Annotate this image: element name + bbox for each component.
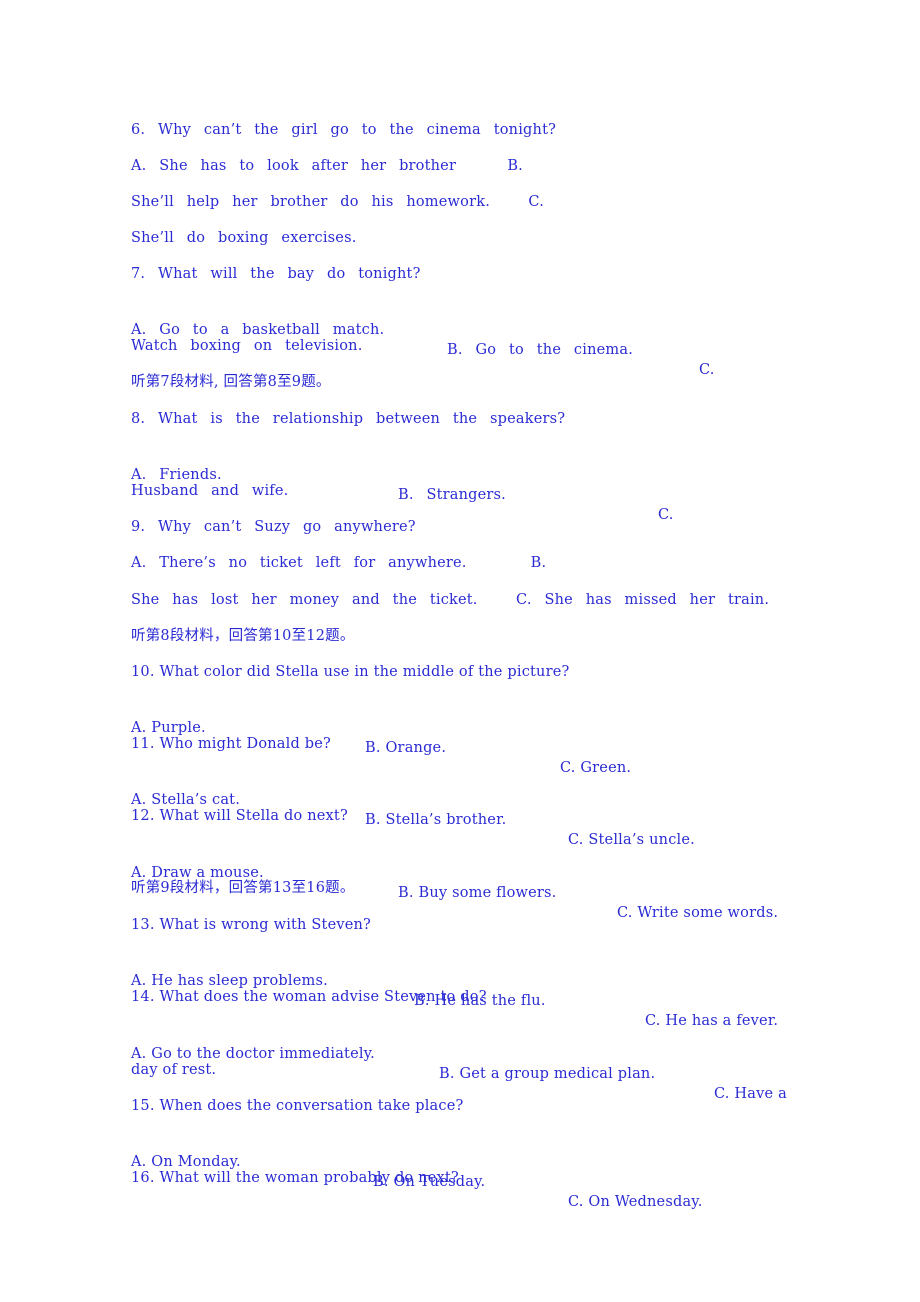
question-15: 15. When does the conversation take plac… [131, 1098, 464, 1114]
question-12: 12. What will Stella do next? [131, 808, 348, 824]
question-7-options-line-2: Watch boxing on television. [131, 338, 363, 354]
option-c-label: C. [658, 507, 674, 523]
option-c: C. On Wednesday. [568, 1194, 703, 1210]
question-9-options-line-2: She has lost her money and the ticket. C… [131, 592, 770, 608]
option-b: B. Get a group medical plan. [439, 1066, 656, 1082]
question-7: 7. What will the bay do tonight? [131, 266, 421, 282]
question-6-options-line-2: She’ll help her brother do his homework.… [131, 194, 545, 210]
question-14: 14. What does the woman advise Steven to… [131, 989, 487, 1005]
question-6-options-line-3: She’ll do boxing exercises. [131, 230, 357, 246]
option-c-label: C. [699, 362, 715, 378]
question-9-options-line-1: A. There’s no ticket left for anywhere. … [131, 555, 547, 571]
question-14-options-line-2: day of rest. [131, 1062, 217, 1078]
question-6-options-line-1: A. She has to look after her brother B. [131, 158, 523, 174]
option-c: C. Write some words. [617, 905, 779, 921]
question-16: 16. What will the woman probably do next… [131, 1170, 459, 1186]
option-c: C. Have a [714, 1086, 787, 1102]
question-8-options-line-2: Husband and wife. [131, 483, 289, 499]
option-b: B. Orange. [365, 740, 447, 756]
option-b: B. Go to the cinema. [447, 342, 633, 358]
option-b: B. Buy some flowers. [398, 885, 557, 901]
section-heading-9: 听第9段材料，回答第13至16题。 [131, 880, 355, 896]
question-9: 9. Why can’t Suzy go anywhere? [131, 519, 416, 535]
option-b: B. Stella’s brother. [365, 812, 507, 828]
question-10: 10. What color did Stella use in the mid… [131, 664, 570, 680]
question-8: 8. What is the relationship between the … [131, 411, 566, 427]
question-13: 13. What is wrong with Steven? [131, 917, 372, 933]
document-page: 6. Why can’t the girl go to the cinema t… [0, 0, 920, 1302]
section-heading-7: 听第7段材料, 回答第8至9题。 [131, 374, 331, 390]
question-11: 11. Who might Donald be? [131, 736, 331, 752]
section-heading-8: 听第8段材料，回答第10至12题。 [131, 628, 355, 644]
question-6: 6. Why can’t the girl go to the cinema t… [131, 122, 557, 138]
option-b: B. Strangers. [398, 487, 506, 503]
